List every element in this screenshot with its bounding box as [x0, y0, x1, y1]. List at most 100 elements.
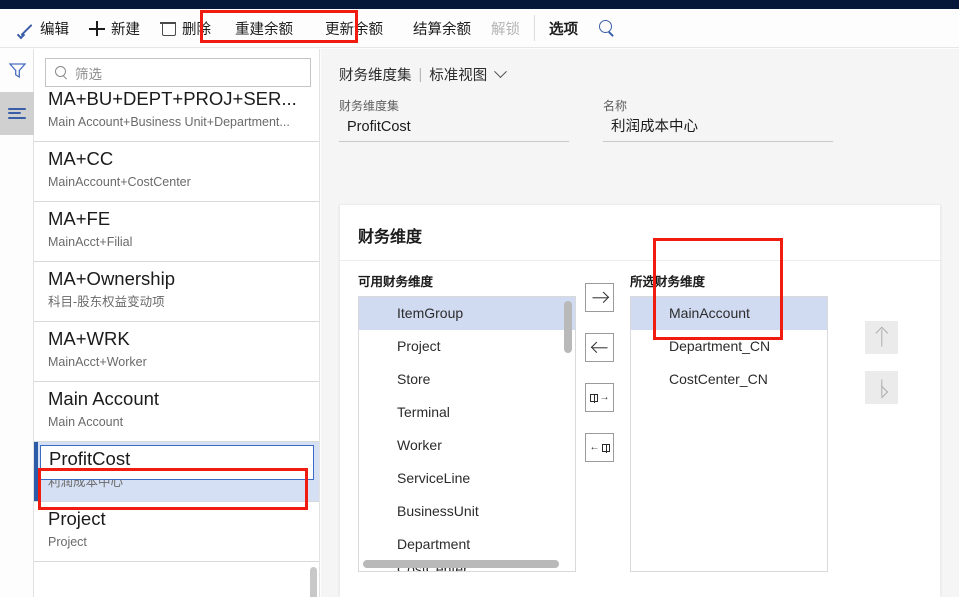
transfer-button-group: → ← — [585, 283, 619, 483]
selected-item[interactable]: MainAccount — [631, 297, 827, 330]
available-listbox[interactable]: ItemGroup Project Store Terminal Worker … — [358, 296, 576, 572]
move-all-left-button[interactable]: ← — [585, 433, 614, 462]
list-item-subtitle: MainAcct+Worker — [48, 355, 147, 369]
list-item-title: MA+CC — [48, 148, 114, 169]
available-item[interactable]: ServiceLine — [359, 462, 575, 495]
settle-balance-button[interactable]: 结算余额 — [403, 13, 481, 43]
command-toolbar: 编辑 新建 删除 重建余额 更新余额 结算余额 解锁 选项 — [0, 9, 959, 48]
filter-pane-button[interactable] — [0, 49, 34, 92]
unlock-button: 解锁 — [481, 13, 530, 43]
sidebar-scrollbar[interactable] — [310, 567, 317, 597]
list-item-subtitle: MainAcct+Filial — [48, 235, 133, 249]
available-item[interactable]: Project — [359, 330, 575, 363]
selected-item[interactable]: CostCenter_CN — [631, 363, 827, 396]
options-label: 选项 — [549, 21, 578, 38]
delete-button[interactable]: 删除 — [150, 13, 221, 43]
list-item[interactable]: Main Account Main Account — [34, 382, 319, 442]
settle-balance-label: 结算余额 — [413, 21, 471, 38]
list-item-profitcost[interactable]: ProfitCost 利润成本中心 — [34, 442, 319, 502]
rebuild-balance-label: 重建余额 — [235, 21, 293, 38]
move-up-button — [865, 321, 898, 354]
list-item[interactable]: MA+CC MainAccount+CostCenter — [34, 142, 319, 202]
filter-placeholder: 筛选 — [75, 66, 102, 82]
field-dimension-set: 财务维度集 ProfitCost — [339, 98, 569, 142]
update-balance-button[interactable]: 更新余额 — [315, 13, 393, 43]
selected-label: 所选财务维度 — [630, 275, 706, 289]
move-left-button[interactable] — [585, 333, 614, 362]
move-all-left-icon: ← — [590, 442, 610, 453]
available-label: 可用财务维度 — [358, 275, 434, 289]
trash-icon — [160, 20, 176, 36]
move-right-button[interactable] — [585, 283, 614, 312]
list-item-title: Project — [48, 508, 106, 529]
arrow-left-icon — [592, 346, 607, 349]
breadcrumb-separator: | — [418, 66, 423, 83]
unlock-label: 解锁 — [491, 21, 520, 38]
arrow-up-icon — [880, 329, 883, 346]
available-horizontal-scrollbar[interactable] — [363, 560, 559, 568]
list-item[interactable]: MA+Ownership 科目-股东权益变动项 — [34, 262, 319, 322]
records-list-pane: 筛选 MA+BU+DEPT+PROJ+SER... Main Account+B… — [34, 49, 320, 597]
list-item[interactable]: MA+WRK MainAcct+Worker — [34, 322, 319, 382]
available-item[interactable]: ItemGroup — [359, 297, 575, 330]
available-item[interactable]: Terminal — [359, 396, 575, 429]
edit-button-label: 编辑 — [40, 21, 69, 38]
app-window: 编辑 新建 删除 重建余额 更新余额 结算余额 解锁 选项 筛选 MA+BU+D… — [0, 0, 959, 597]
list-item-subtitle: Project — [48, 535, 87, 549]
filter-input[interactable]: 筛选 — [45, 58, 311, 87]
new-button-label: 新建 — [111, 21, 140, 38]
toolbar-search-button[interactable] — [588, 13, 626, 43]
available-item[interactable]: BusinessUnit — [359, 495, 575, 528]
delete-button-label: 删除 — [182, 21, 211, 38]
selected-listbox[interactable]: MainAccount Department_CN CostCenter_CN — [630, 296, 828, 572]
search-icon — [598, 19, 616, 37]
list-item-subtitle: Main Account — [48, 415, 124, 429]
arrow-right-icon — [592, 296, 607, 299]
toolbar-divider — [534, 15, 535, 41]
search-icon — [55, 66, 68, 79]
list-item[interactable]: MA+FE MainAcct+Filial — [34, 202, 319, 262]
rebuild-balance-button[interactable]: 重建余额 — [225, 13, 303, 43]
breadcrumb-entity[interactable]: 财务维度集 — [339, 64, 412, 85]
update-balance-label: 更新余额 — [325, 21, 383, 38]
left-icon-rail — [0, 49, 34, 597]
move-all-right-icon: → — [589, 392, 610, 403]
selected-item[interactable]: Department_CN — [631, 330, 827, 363]
dimension-set-input[interactable]: ProfitCost — [339, 114, 569, 142]
available-item[interactable]: Store — [359, 363, 575, 396]
available-item[interactable]: Worker — [359, 429, 575, 462]
main-content: 财务维度集 | 标准视图 财务维度集 ProfitCost 名称 利润成本中心 … — [321, 49, 959, 597]
list-item-subtitle: MainAccount+CostCenter — [48, 175, 191, 189]
list-item-title: MA+FE — [48, 208, 111, 229]
list-lines-icon — [8, 107, 26, 121]
card-title: 财务维度 — [358, 229, 423, 246]
window-titlebar — [0, 0, 959, 9]
available-column: 可用财务维度 ItemGroup Project Store Terminal … — [358, 271, 576, 572]
selected-column: 所选财务维度 MainAccount Department_CN CostCen… — [630, 271, 828, 572]
field-label: 名称 — [603, 99, 628, 113]
list-item-title: ProfitCost — [49, 448, 131, 469]
dual-list-selector: 可用财务维度 ItemGroup Project Store Terminal … — [340, 261, 942, 597]
pencil-icon — [18, 20, 34, 36]
list-item[interactable]: MA+BU+DEPT+PROJ+SER... Main Account+Busi… — [34, 87, 319, 142]
financial-dimensions-card: 财务维度 可用财务维度 ItemGroup Project Store Term… — [339, 204, 942, 597]
new-button[interactable]: 新建 — [79, 13, 150, 43]
list-pane-button[interactable] — [0, 92, 34, 135]
edit-button[interactable]: 编辑 — [8, 13, 79, 43]
move-all-right-button[interactable]: → — [585, 383, 614, 412]
list-item-subtitle: Main Account+Business Unit+Department... — [48, 115, 290, 129]
list-item[interactable]: Project Project — [34, 502, 319, 562]
available-vertical-scrollbar[interactable] — [564, 301, 572, 353]
list-item-subtitle: 科目-股东权益变动项 — [48, 295, 165, 309]
name-input[interactable]: 利润成本中心 — [603, 114, 833, 142]
options-button[interactable]: 选项 — [539, 13, 588, 43]
chevron-down-icon[interactable] — [494, 65, 508, 79]
move-down-button — [865, 371, 898, 404]
arrow-down-icon — [880, 379, 883, 396]
available-item[interactable]: Department — [359, 528, 575, 561]
list-item-title: MA+Ownership — [48, 268, 175, 289]
view-selector[interactable]: 标准视图 — [429, 64, 487, 85]
plus-icon — [89, 20, 105, 36]
field-name: 名称 利润成本中心 — [603, 98, 833, 142]
list-item-title: MA+WRK — [48, 328, 130, 349]
